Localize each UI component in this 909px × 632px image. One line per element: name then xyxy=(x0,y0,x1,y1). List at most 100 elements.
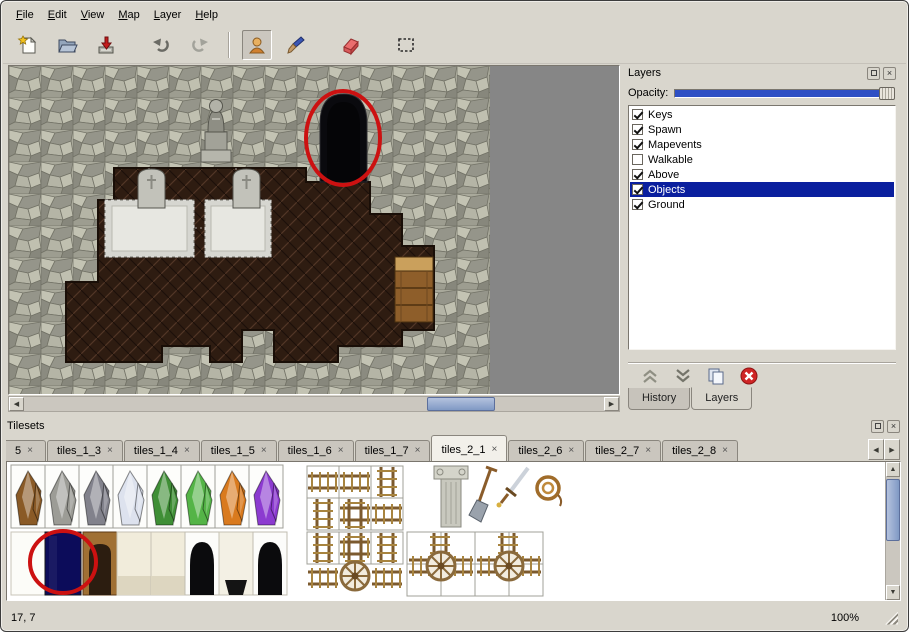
tileset-tab[interactable]: tiles_2_7× xyxy=(585,440,661,461)
close-dock-button[interactable]: × xyxy=(883,67,896,80)
tab-label: tiles_1_4 xyxy=(134,445,178,457)
tileset-vertical-scrollbar[interactable]: ▲ ▼ xyxy=(885,462,900,600)
opacity-label: Opacity: xyxy=(628,87,668,99)
layer-name: Objects xyxy=(648,184,685,196)
tab-close-icon[interactable]: × xyxy=(722,446,728,456)
scrollbar-thumb[interactable] xyxy=(427,397,495,411)
tab-close-icon[interactable]: × xyxy=(27,446,33,456)
scroll-down-icon[interactable]: ▼ xyxy=(886,585,900,600)
layer-row[interactable]: Mapevents xyxy=(630,137,894,152)
save-button[interactable] xyxy=(91,30,121,60)
layer-visibility-checkbox[interactable] xyxy=(632,154,643,165)
tab-history[interactable]: History xyxy=(628,388,690,410)
tab-label: tiles_2_6 xyxy=(518,445,562,457)
tab-layers[interactable]: Layers xyxy=(691,387,752,410)
tileset-tab[interactable]: tiles_1_3× xyxy=(47,440,123,461)
layer-list: Keys Spawn Mapevents Walkable Above Obje… xyxy=(628,105,896,350)
tilesets-dock-titlebar: Tilesets × xyxy=(5,418,902,434)
tilesets-dock-title: Tilesets xyxy=(7,420,868,432)
layer-visibility-checkbox[interactable] xyxy=(632,109,643,120)
duplicate-layer-button[interactable] xyxy=(704,366,728,386)
layer-row[interactable]: Keys xyxy=(630,107,894,122)
menu-edit[interactable]: Edit xyxy=(41,6,74,24)
layer-row[interactable]: Walkable xyxy=(630,152,894,167)
menu-view[interactable]: View xyxy=(74,6,112,24)
cursor-coordinates: 17, 7 xyxy=(11,612,35,624)
tileset-tab[interactable]: 5× xyxy=(6,440,46,461)
lower-layer-button[interactable] xyxy=(671,366,695,386)
resize-grip[interactable] xyxy=(885,612,898,625)
layer-visibility-checkbox[interactable] xyxy=(632,124,643,135)
new-map-button[interactable] xyxy=(13,30,43,60)
platform-tile xyxy=(105,200,194,257)
selection-tool-button[interactable] xyxy=(391,30,421,60)
close-icon: × xyxy=(891,422,896,431)
layer-row[interactable]: Spawn xyxy=(630,122,894,137)
menubar: File Edit View Map Layer Help xyxy=(3,4,906,25)
layer-row[interactable]: Objects xyxy=(630,182,894,197)
layer-visibility-checkbox[interactable] xyxy=(632,139,643,150)
layers-dock: Layers × Opacity: Keys Spawn Mapevents xyxy=(626,65,898,412)
menu-help[interactable]: Help xyxy=(188,6,225,24)
tab-scroll-left-icon[interactable]: ◀ xyxy=(868,439,884,460)
redo-button[interactable] xyxy=(185,30,215,60)
tileset-tab[interactable]: tiles_1_7× xyxy=(355,440,431,461)
float-icon xyxy=(871,70,877,76)
layer-name: Keys xyxy=(648,109,672,121)
layer-row[interactable]: Above xyxy=(630,167,894,182)
tab-scroll-right-icon[interactable]: ▶ xyxy=(884,439,900,460)
opacity-slider[interactable] xyxy=(674,87,896,100)
tab-close-icon[interactable]: × xyxy=(492,445,498,455)
tab-close-icon[interactable]: × xyxy=(338,446,344,456)
layer-visibility-checkbox[interactable] xyxy=(632,169,643,180)
new-file-icon xyxy=(17,34,39,56)
opacity-slider-handle[interactable] xyxy=(879,87,895,100)
tab-close-icon[interactable]: × xyxy=(184,446,190,456)
layer-visibility-checkbox[interactable] xyxy=(632,199,643,210)
close-dock-button[interactable]: × xyxy=(887,420,900,433)
tileset-tab[interactable]: tiles_1_4 × xyxy=(124,440,200,461)
layer-row[interactable]: Ground xyxy=(630,197,894,212)
layer-name: Spawn xyxy=(648,124,682,136)
map-horizontal-scrollbar[interactable]: ◀ ▶ xyxy=(8,396,620,412)
tab-label: 5 xyxy=(15,445,21,457)
layer-buttons-row xyxy=(628,362,896,388)
scrollbar-thumb[interactable] xyxy=(886,479,900,541)
tab-close-icon[interactable]: × xyxy=(645,446,651,456)
tab-label: tiles_2_1 xyxy=(441,444,485,456)
float-dock-button[interactable] xyxy=(871,420,884,433)
map-canvas[interactable] xyxy=(9,66,619,394)
tileset-canvas[interactable] xyxy=(7,462,881,598)
tileset-tab[interactable]: tiles_2_8× xyxy=(662,440,738,461)
raise-layer-button[interactable] xyxy=(638,366,662,386)
tab-close-icon[interactable]: × xyxy=(107,446,113,456)
redo-arrow-icon xyxy=(189,34,211,56)
layer-name: Ground xyxy=(648,199,685,211)
delete-layer-button[interactable] xyxy=(737,366,761,386)
menu-layer[interactable]: Layer xyxy=(147,6,189,24)
tileset-tab[interactable]: tiles_1_6 × xyxy=(278,440,354,461)
tab-close-icon[interactable]: × xyxy=(415,446,421,456)
float-dock-button[interactable] xyxy=(867,67,880,80)
scroll-up-icon[interactable]: ▲ xyxy=(886,462,900,477)
tileset-tab[interactable]: tiles_2_1 × xyxy=(431,435,507,461)
tileset-tab[interactable]: tiles_2_6 × xyxy=(508,440,584,461)
menu-file[interactable]: File xyxy=(9,6,41,24)
tab-label: tiles_1_6 xyxy=(288,445,332,457)
open-button[interactable] xyxy=(52,30,82,60)
tileset-tab[interactable]: tiles_1_5× xyxy=(201,440,277,461)
scroll-left-icon[interactable]: ◀ xyxy=(9,397,24,411)
layer-visibility-checkbox[interactable] xyxy=(632,184,643,195)
tab-close-icon[interactable]: × xyxy=(261,446,267,456)
tab-close-icon[interactable]: × xyxy=(568,446,574,456)
scroll-right-icon[interactable]: ▶ xyxy=(604,397,619,411)
toolbar xyxy=(3,26,906,64)
tombstone xyxy=(138,169,165,208)
menu-map[interactable]: Map xyxy=(111,6,146,24)
tileset-content: ▲ ▼ xyxy=(6,461,901,601)
eraser-tool-button[interactable] xyxy=(336,30,366,60)
brush-tool-button[interactable] xyxy=(281,30,311,60)
undo-button[interactable] xyxy=(146,30,176,60)
opacity-slider-track[interactable] xyxy=(674,89,895,98)
stamp-tool-button[interactable] xyxy=(242,30,272,60)
